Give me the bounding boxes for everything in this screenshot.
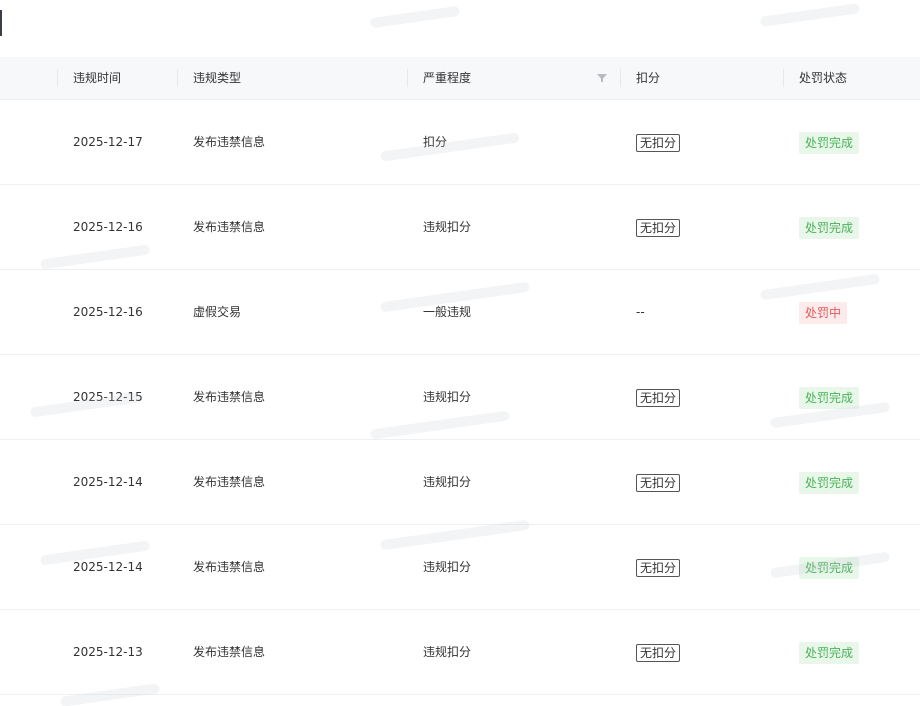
violation-records-page: 违规时间 违规类型 严重程度 扣分 处罚状态 2025-12-17 发布违禁信息 扣… — [0, 0, 920, 706]
column-header-deduction[interactable]: 扣分 — [636, 57, 660, 99]
cell-deduction: 无扣分 — [636, 440, 681, 524]
cell-deduction: 无扣分 — [636, 100, 681, 184]
cell-deduction: 无扣分 — [636, 185, 681, 269]
cell-deduction: -- — [636, 305, 645, 319]
deduction-tag: 无扣分 — [636, 133, 681, 152]
column-divider — [620, 69, 621, 87]
cell-violation-type: 发布违禁信息 — [193, 390, 266, 404]
column-header-status[interactable]: 处罚状态 — [799, 57, 847, 99]
top-blank-area — [0, 0, 920, 57]
cell-status: 处罚完成 — [799, 355, 860, 439]
column-header-time[interactable]: 违规时间 — [73, 57, 121, 99]
cell-violation-time: 2025-12-16 — [73, 305, 143, 319]
cell-severity: 违规扣分 — [423, 220, 472, 234]
cell-violation-time: 2025-12-17 — [73, 135, 143, 149]
deduction-tag: 无扣分 — [636, 643, 681, 662]
cell-violation-time: 2025-12-13 — [73, 645, 143, 659]
cell-status: 处罚完成 — [799, 100, 860, 184]
deduction-tag: 无扣分 — [636, 558, 681, 577]
table-row[interactable]: 2025-12-16 发布违禁信息 违规扣分 无扣分 处罚完成 — [0, 185, 920, 270]
status-badge: 处罚完成 — [799, 386, 860, 409]
table-row[interactable]: 2025-12-13 发布违禁信息 违规扣分 无扣分 处罚完成 — [0, 610, 920, 695]
column-header-severity[interactable]: 严重程度 — [423, 57, 471, 99]
left-edge-mark — [0, 10, 2, 36]
cell-violation-type: 发布违禁信息 — [193, 645, 266, 659]
cell-status: 处罚完成 — [799, 610, 860, 694]
table-header: 违规时间 违规类型 严重程度 扣分 处罚状态 — [0, 57, 920, 100]
deduction-tag: 无扣分 — [636, 473, 681, 492]
cell-deduction: 无扣分 — [636, 355, 681, 439]
status-badge: 处罚完成 — [799, 471, 860, 494]
cell-deduction: 无扣分 — [636, 610, 681, 694]
cell-severity: 违规扣分 — [423, 645, 472, 659]
cell-status: 处罚完成 — [799, 185, 860, 269]
status-badge: 处罚完成 — [799, 216, 860, 239]
table-row[interactable]: 2025-12-16 虚假交易 一般违规 -- 处罚中 — [0, 270, 920, 355]
status-badge: 处罚完成 — [799, 131, 860, 154]
column-header-type[interactable]: 违规类型 — [193, 57, 241, 99]
cell-status: 处罚完成 — [799, 440, 860, 524]
column-divider — [57, 69, 58, 87]
cell-violation-time: 2025-12-14 — [73, 475, 143, 489]
violation-table: 违规时间 违规类型 严重程度 扣分 处罚状态 2025-12-17 发布违禁信息 扣… — [0, 57, 920, 695]
cell-violation-type: 发布违禁信息 — [193, 560, 266, 574]
cell-violation-type: 虚假交易 — [193, 305, 242, 319]
cell-violation-type: 发布违禁信息 — [193, 135, 266, 149]
deduction-tag: 无扣分 — [636, 388, 681, 407]
cell-severity: 违规扣分 — [423, 475, 472, 489]
status-badge: 处罚完成 — [799, 641, 860, 664]
column-divider — [177, 69, 178, 87]
cell-violation-type: 发布违禁信息 — [193, 220, 266, 234]
cell-violation-time: 2025-12-14 — [73, 560, 143, 574]
deduction-tag: 无扣分 — [636, 218, 681, 237]
column-divider — [783, 69, 784, 87]
cell-deduction: 无扣分 — [636, 525, 681, 609]
cell-severity: 一般违规 — [423, 305, 472, 319]
column-divider — [407, 69, 408, 87]
table-row[interactable]: 2025-12-14 发布违禁信息 违规扣分 无扣分 处罚完成 — [0, 440, 920, 525]
filter-icon[interactable] — [596, 72, 608, 84]
cell-violation-type: 发布违禁信息 — [193, 475, 266, 489]
status-badge: 处罚中 — [799, 301, 848, 324]
